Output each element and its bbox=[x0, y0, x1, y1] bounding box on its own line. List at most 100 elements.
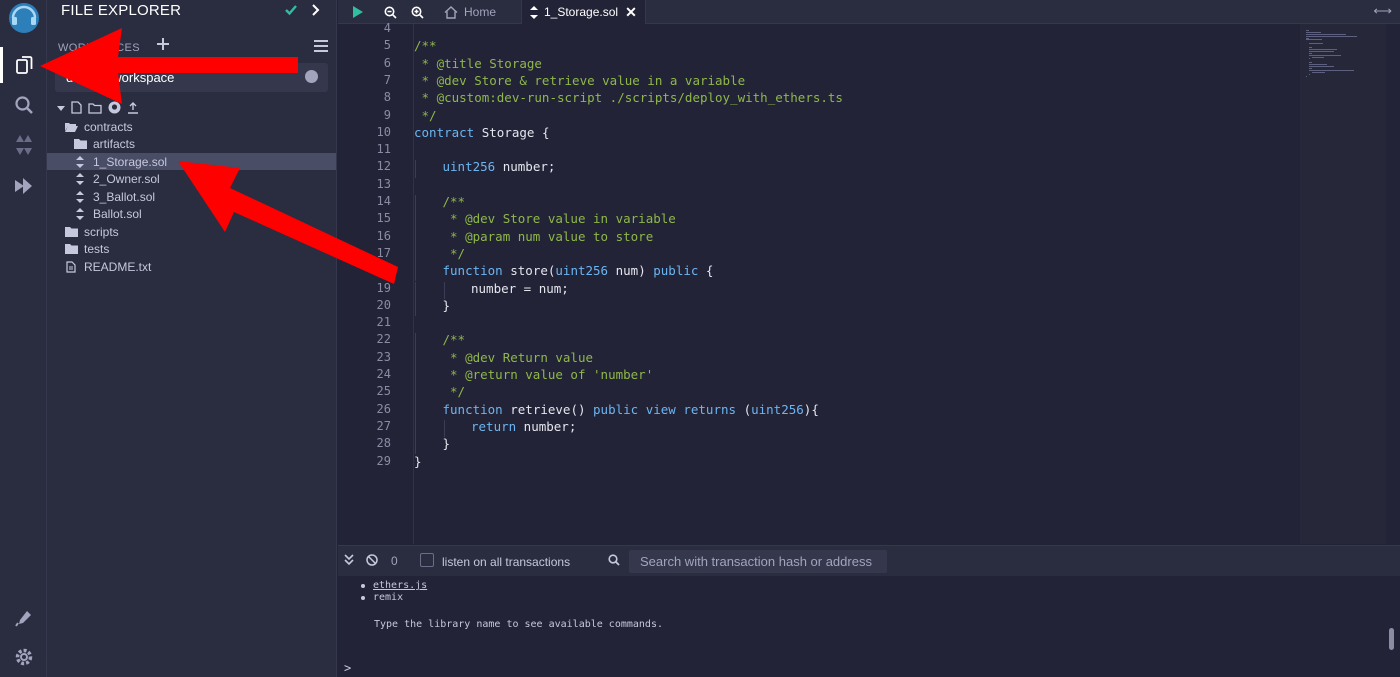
expand-horizontal-icon[interactable]: ⟷ bbox=[1373, 3, 1392, 19]
indent-guide bbox=[415, 264, 416, 282]
code-line: number = num; bbox=[471, 280, 569, 296]
github-icon[interactable] bbox=[108, 101, 121, 114]
tree-item-label: 3_Ballot.sol bbox=[93, 189, 156, 204]
workspace-menu-icon[interactable] bbox=[313, 39, 329, 58]
tab-home[interactable]: Home bbox=[436, 0, 504, 24]
line-number: 4 bbox=[383, 21, 391, 35]
tree-item-label: contracts bbox=[84, 119, 133, 134]
code-line: */ bbox=[442, 245, 466, 261]
folder-open-icon bbox=[64, 122, 78, 132]
workspace-select[interactable]: default_workspace bbox=[55, 63, 328, 92]
zoom-in-icon[interactable] bbox=[411, 0, 424, 24]
minimap[interactable] bbox=[1300, 24, 1386, 544]
line-number: 20 bbox=[376, 297, 391, 312]
folder-icon bbox=[64, 244, 78, 254]
code-line: uint256 number; bbox=[442, 159, 556, 175]
listen-all-checkbox[interactable] bbox=[420, 553, 434, 567]
line-number: 16 bbox=[376, 228, 391, 243]
solidity-file-icon bbox=[73, 155, 87, 168]
code-line: /** bbox=[442, 332, 466, 348]
tree-item-2-owner-sol[interactable]: 2_Owner.sol bbox=[47, 171, 336, 188]
minimap-line bbox=[1309, 69, 1354, 71]
minimap-line bbox=[1309, 67, 1312, 69]
solidity-compiler-icon[interactable] bbox=[0, 127, 47, 163]
code-area[interactable]: /** * @title Storage * @dev Store & retr… bbox=[413, 24, 1300, 544]
indent-guide bbox=[415, 229, 416, 247]
tree-item-1-storage-sol[interactable]: 1_Storage.sol bbox=[47, 153, 336, 170]
list-bullet bbox=[361, 596, 365, 600]
tree-item-ballot-sol[interactable]: Ballot.sol bbox=[47, 206, 336, 223]
search-icon[interactable] bbox=[0, 87, 47, 123]
minimap-line bbox=[1312, 71, 1325, 73]
search-icon bbox=[608, 554, 620, 566]
terminal-output[interactable]: > ethers.js remix Type the library name to… bbox=[338, 576, 1400, 677]
tree-item-tests[interactable]: tests bbox=[47, 241, 336, 258]
code-line: return number; bbox=[471, 418, 577, 434]
new-folder-icon[interactable] bbox=[88, 102, 102, 114]
code-line: * @custom:dev-run-script ./scripts/deplo… bbox=[414, 90, 843, 106]
folder-icon bbox=[73, 139, 87, 149]
code-line: } bbox=[442, 297, 451, 313]
code-line: * @return value of 'number' bbox=[442, 367, 654, 382]
terminal-link[interactable]: ethers.js bbox=[373, 580, 427, 591]
deploy-run-icon[interactable] bbox=[0, 168, 47, 204]
create-workspace-plus-icon[interactable] bbox=[155, 36, 171, 57]
minimap-line bbox=[1309, 52, 1312, 54]
file-explorer-icon[interactable] bbox=[0, 47, 47, 83]
close-tab-icon[interactable]: ✕ bbox=[625, 4, 637, 21]
code-line: /** bbox=[414, 38, 437, 54]
terminal-line: Type the library name to see available c… bbox=[374, 619, 663, 630]
minimap-line bbox=[1306, 39, 1323, 41]
indent-guide bbox=[415, 195, 416, 213]
tree-item-scripts[interactable]: scripts bbox=[47, 223, 336, 240]
code-line: * @dev Store & retrieve value in a varia… bbox=[414, 72, 746, 88]
terminal-prompt[interactable]: > bbox=[344, 661, 351, 675]
settings-gear-icon[interactable] bbox=[0, 639, 47, 675]
line-number: 26 bbox=[376, 401, 391, 416]
plugin-manager-icon[interactable] bbox=[0, 600, 47, 636]
upload-icon[interactable] bbox=[127, 101, 139, 114]
minimap-line bbox=[1309, 62, 1312, 64]
double-chevron-down-icon[interactable] bbox=[344, 554, 354, 566]
solidity-file-icon bbox=[73, 190, 87, 203]
remix-logo-icon[interactable] bbox=[0, 0, 47, 36]
new-file-icon[interactable] bbox=[71, 101, 82, 114]
terminal-scrollbar[interactable] bbox=[1389, 628, 1394, 650]
terminal-toolbar: 0 listen on all transactions bbox=[338, 545, 1400, 576]
line-number: 19 bbox=[376, 280, 391, 295]
code-editor[interactable]: 4 5 6 7 8 9 10 11 12 13 14 15 16 17 18 19 20 21 22 23 24 25 26… bbox=[338, 21, 1400, 544]
line-number: 22 bbox=[376, 332, 391, 347]
editor-tabs-bar: Home 1_Storage.sol ✕ ⟷ bbox=[338, 0, 1400, 24]
tree-item-artifacts[interactable]: artifacts bbox=[47, 136, 336, 153]
minimap-line bbox=[1309, 50, 1335, 52]
chevron-right-icon[interactable] bbox=[310, 3, 320, 22]
tree-item-3-ballot-sol[interactable]: 3_Ballot.sol bbox=[47, 188, 336, 205]
clear-ban-icon[interactable] bbox=[366, 554, 378, 566]
folder-icon bbox=[64, 226, 78, 237]
editor-scrollbar[interactable] bbox=[1388, 24, 1400, 544]
code-line: function store(uint256 num) public { bbox=[442, 263, 714, 279]
indent-guide bbox=[415, 402, 416, 420]
tab-1-storage-sol[interactable]: 1_Storage.sol ✕ bbox=[521, 0, 646, 24]
file-explorer-panel: FILE EXPLORER WORKSPACES default_workspa… bbox=[47, 0, 337, 677]
minimap-line bbox=[1309, 54, 1342, 56]
collapse-caret-icon[interactable] bbox=[57, 104, 65, 112]
minimap-line bbox=[1309, 43, 1323, 45]
minimap-line bbox=[1309, 58, 1310, 60]
panel-title: FILE EXPLORER bbox=[61, 2, 182, 19]
indent-guide bbox=[415, 281, 416, 299]
select-arrows-icon bbox=[305, 70, 318, 83]
transaction-search-input[interactable] bbox=[629, 550, 887, 573]
indent-guide bbox=[415, 298, 416, 317]
code-line: * @param num value to store bbox=[442, 228, 654, 244]
line-number: 21 bbox=[376, 315, 391, 330]
indent-guide bbox=[415, 368, 416, 386]
tree-item-contracts[interactable]: contracts bbox=[47, 118, 336, 135]
minimap-line bbox=[1306, 35, 1358, 37]
code-line: function retrieve() public view returns … bbox=[442, 401, 819, 417]
terminal-line: remix bbox=[373, 592, 404, 603]
tree-item-readme-txt[interactable]: README.txt bbox=[47, 258, 336, 275]
code-line: */ bbox=[414, 107, 437, 123]
code-line: * @dev Store value in variable bbox=[442, 211, 676, 227]
solidity-file-icon bbox=[73, 208, 87, 220]
